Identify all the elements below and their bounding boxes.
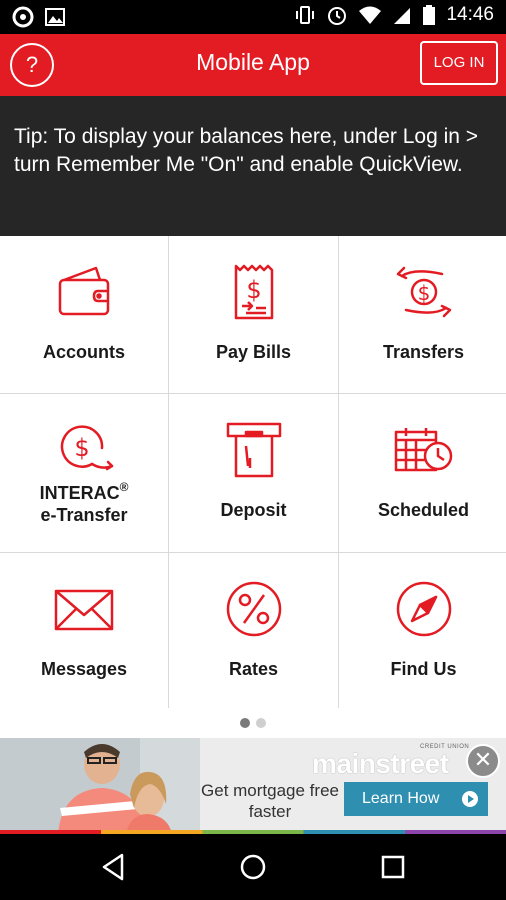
- tile-label: Rates: [228, 659, 279, 679]
- svg-text:$: $: [417, 281, 430, 305]
- app-notification-icon: [12, 6, 34, 28]
- home-icon[interactable]: [238, 852, 268, 882]
- signal-icon: [394, 8, 411, 24]
- learn-how-label: Learn How: [362, 790, 440, 807]
- wallet-icon: [58, 266, 110, 316]
- transfer-icon: $: [396, 266, 451, 318]
- tip-banner: Tip: To display your balances here, unde…: [0, 96, 506, 236]
- tip-text: Tip: To display your balances here, unde…: [14, 125, 479, 176]
- tile-scheduled[interactable]: Scheduled: [339, 394, 506, 552]
- battery-icon: [423, 5, 436, 25]
- tile-label: Find Us: [390, 659, 457, 679]
- navigation-bar: [0, 834, 506, 900]
- registered-mark: ®: [119, 480, 129, 494]
- status-bar: 14:46: [0, 0, 506, 34]
- login-button[interactable]: LOG IN: [420, 41, 498, 85]
- ad-banner[interactable]: mainstreet CREDIT UNION Get mortgage fre…: [0, 738, 506, 834]
- tile-pay-bills[interactable]: $ Pay Bills: [169, 236, 338, 393]
- ad-headline: Get mortgage free faster: [201, 781, 339, 821]
- tile-messages[interactable]: Messages: [0, 553, 168, 710]
- tile-label: Transfers: [382, 342, 465, 362]
- couple-photo: [0, 738, 200, 834]
- tile-label: INTERAC® e-Transfer: [0, 480, 168, 526]
- alarm-icon: [328, 7, 347, 25]
- compass-icon: [396, 581, 451, 637]
- image-icon: [45, 8, 65, 26]
- page-dot-active[interactable]: [240, 718, 250, 728]
- learn-how-button[interactable]: Learn How: [344, 782, 488, 816]
- tile-label: Messages: [40, 659, 128, 679]
- back-icon[interactable]: [98, 852, 128, 882]
- tile-accounts[interactable]: Accounts: [0, 236, 168, 393]
- bill-icon: $: [234, 264, 273, 320]
- tile-rates[interactable]: Rates: [169, 553, 338, 710]
- brand-subtitle: CREDIT UNION: [420, 744, 470, 750]
- play-icon: [462, 791, 478, 807]
- tile-label: Deposit: [220, 500, 287, 520]
- page-dot[interactable]: [256, 718, 266, 728]
- status-time: 14:46: [446, 4, 494, 25]
- tile-deposit[interactable]: Deposit: [169, 394, 338, 552]
- brand-logo: mainstreet: [312, 748, 449, 779]
- tile-interac-etransfer[interactable]: $ INTERAC® e-Transfer: [0, 394, 168, 552]
- recents-icon[interactable]: [378, 852, 408, 882]
- tile-label: Scheduled: [377, 500, 470, 520]
- percent-icon: [226, 581, 281, 637]
- menu-grid: Accounts $ Pay Bills $ Transfers $ INTER…: [0, 236, 506, 710]
- tile-label-line1: INTERAC: [39, 483, 120, 503]
- page-indicator: [0, 708, 506, 738]
- tile-label: Accounts: [42, 342, 125, 362]
- vibrate-icon: [296, 6, 315, 24]
- tile-transfers[interactable]: $ Transfers: [339, 236, 506, 393]
- wifi-icon: [359, 6, 382, 24]
- envelope-icon: [54, 589, 114, 631]
- deposit-icon: [226, 422, 281, 478]
- tile-label: Pay Bills: [215, 342, 292, 362]
- svg-text:$: $: [74, 434, 89, 462]
- app-bar: ? Mobile App LOG IN: [0, 34, 506, 96]
- close-ad-button[interactable]: ✕: [466, 744, 500, 778]
- tile-label-line2: e-Transfer: [40, 505, 128, 525]
- calendar-clock-icon: [394, 428, 452, 472]
- etransfer-icon: $: [60, 425, 114, 471]
- svg-text:$: $: [246, 276, 261, 304]
- tile-find-us[interactable]: Find Us: [339, 553, 506, 710]
